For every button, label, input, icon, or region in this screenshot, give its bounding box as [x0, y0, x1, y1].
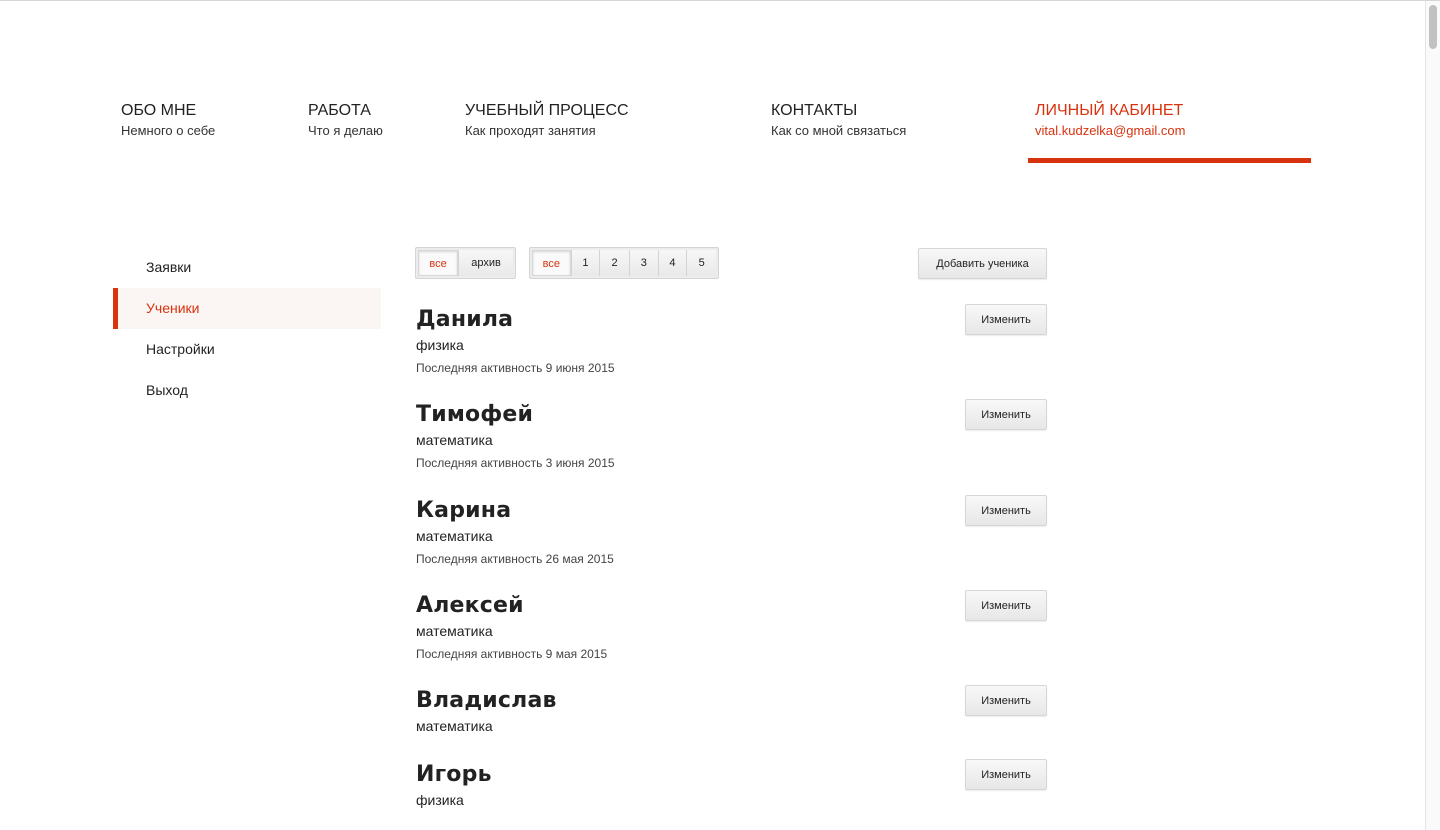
nav-title: КОНТАКТЫ	[771, 102, 858, 119]
edit-student-button[interactable]: Изменить	[965, 759, 1047, 790]
student-name: Данила	[416, 307, 514, 332]
edit-student-button[interactable]: Изменить	[965, 495, 1047, 526]
student-subject: физика	[416, 337, 464, 353]
nav-title: ОБО МНЕ	[121, 102, 197, 119]
page-filter: все 1 2 3 4 5	[529, 247, 719, 279]
nav-item-account[interactable]: ЛИЧНЫЙ КАБИНЕТ vital.kudzelka@gmail.com	[1035, 101, 1185, 140]
student-last-activity: Последняя активность 9 мая 2015	[416, 647, 608, 661]
student-name: Карина	[416, 498, 512, 523]
scrollbar-thumb[interactable]	[1429, 5, 1437, 49]
status-filter-all[interactable]: все	[418, 250, 459, 276]
nav-subtitle: Как со мной связаться	[771, 123, 907, 138]
nav-item-work[interactable]: РАБОТА Что я делаю	[308, 101, 383, 140]
student-item: Данила физика Последняя активность 9 июн…	[416, 307, 1056, 376]
student-last-activity: Последняя активность 9 июня 2015	[416, 361, 615, 375]
nav-title: ЛИЧНЫЙ КАБИНЕТ	[1035, 102, 1184, 119]
nav-item-about[interactable]: ОБО МНЕ Немного о себе	[121, 101, 215, 140]
sidebar-item-requests[interactable]: Заявки	[113, 247, 381, 288]
add-student-button[interactable]: Добавить ученика	[918, 248, 1047, 279]
nav-subtitle: Немного о себе	[121, 123, 216, 138]
nav-item-process[interactable]: УЧЕБНЫЙ ПРОЦЕСС Как проходят занятия	[465, 101, 629, 140]
nav-item-contacts[interactable]: КОНТАКТЫ Как со мной связаться	[771, 101, 906, 140]
page-filter-all[interactable]: все	[532, 250, 571, 276]
student-name: Владислав	[416, 688, 557, 713]
sidebar: Заявки Ученики Настройки Выход	[113, 247, 381, 411]
page-filter-1[interactable]: 1	[570, 250, 600, 276]
student-item: Алексей математика Последняя активность …	[416, 593, 1056, 662]
student-last-activity: Последняя активность 26 мая 2015	[416, 552, 614, 566]
student-item: Тимофей математика Последняя активность …	[416, 402, 1056, 471]
edit-student-button[interactable]: Изменить	[965, 590, 1047, 621]
student-subject: математика	[416, 718, 493, 734]
sidebar-item-logout[interactable]: Выход	[113, 370, 381, 411]
nav-title: УЧЕБНЫЙ ПРОЦЕСС	[465, 102, 629, 119]
nav-subtitle: Что я делаю	[308, 123, 383, 138]
status-filter: все архив	[415, 247, 516, 279]
nav-active-underline	[1028, 158, 1311, 163]
sidebar-item-settings[interactable]: Настройки	[113, 329, 381, 370]
student-name: Алексей	[416, 593, 524, 618]
student-subject: математика	[416, 623, 493, 639]
edit-student-button[interactable]: Изменить	[965, 685, 1047, 716]
student-subject: математика	[416, 432, 493, 448]
student-item: Карина математика Последняя активность 2…	[416, 498, 1056, 567]
student-name: Игорь	[416, 762, 492, 787]
page-filter-5[interactable]: 5	[686, 250, 716, 276]
page-filter-4[interactable]: 4	[657, 250, 687, 276]
page-filter-3[interactable]: 3	[628, 250, 658, 276]
sidebar-item-students[interactable]: Ученики	[113, 288, 381, 329]
nav-subtitle: Как проходят занятия	[465, 123, 596, 138]
edit-student-button[interactable]: Изменить	[965, 304, 1047, 335]
student-last-activity: Последняя активность 3 июня 2015	[416, 456, 615, 470]
student-subject: физика	[416, 792, 464, 808]
student-item: Игорь физика	[416, 762, 1056, 809]
nav-title: РАБОТА	[308, 102, 371, 119]
edit-student-button[interactable]: Изменить	[965, 399, 1047, 430]
nav-user-email: vital.kudzelka@gmail.com	[1035, 123, 1186, 138]
student-subject: математика	[416, 528, 493, 544]
page-filter-2[interactable]: 2	[599, 250, 629, 276]
student-name: Тимофей	[416, 402, 534, 427]
status-filter-archive[interactable]: архив	[458, 250, 513, 276]
page-scrollbar[interactable]	[1425, 1, 1440, 830]
student-item: Владислав математика	[416, 688, 1056, 735]
